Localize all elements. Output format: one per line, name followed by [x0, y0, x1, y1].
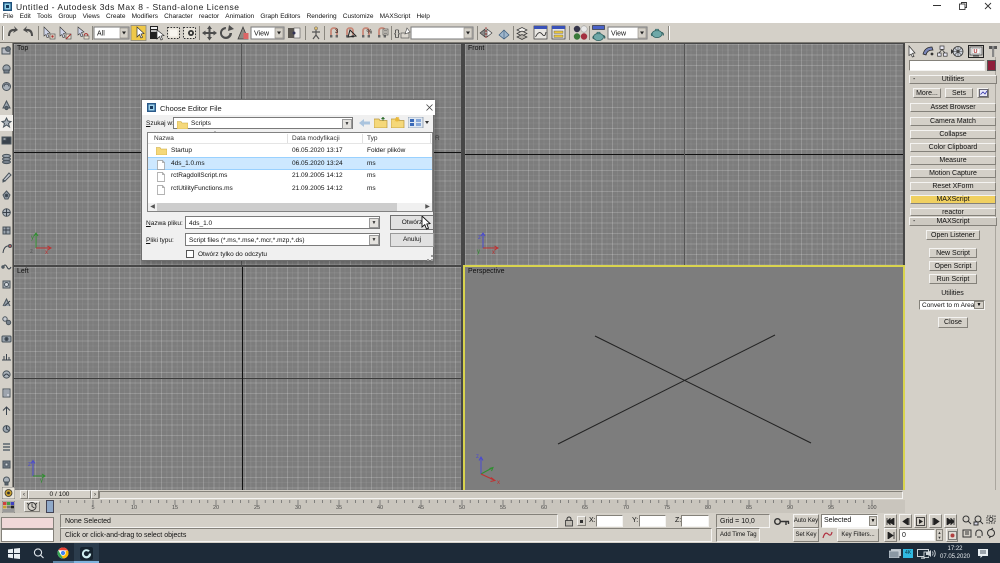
svg-text:z: z [478, 235, 481, 241]
svg-text:U: U [974, 49, 978, 55]
svg-text:z: z [28, 462, 31, 468]
svg-text:y: y [40, 478, 43, 483]
svg-text:x: x [45, 250, 48, 255]
svg-text:%: % [367, 29, 373, 36]
svg-text:View: View [254, 31, 270, 38]
svg-text:z: z [30, 249, 33, 255]
svg-text:View: View [611, 31, 627, 38]
svg-text:3: 3 [335, 29, 339, 35]
svg-text:y: y [477, 249, 480, 255]
svg-text:x: x [492, 250, 495, 255]
svg-text:All: All [97, 31, 105, 38]
svg-text:y: y [31, 235, 34, 241]
svg-text:{}: {} [394, 28, 400, 38]
